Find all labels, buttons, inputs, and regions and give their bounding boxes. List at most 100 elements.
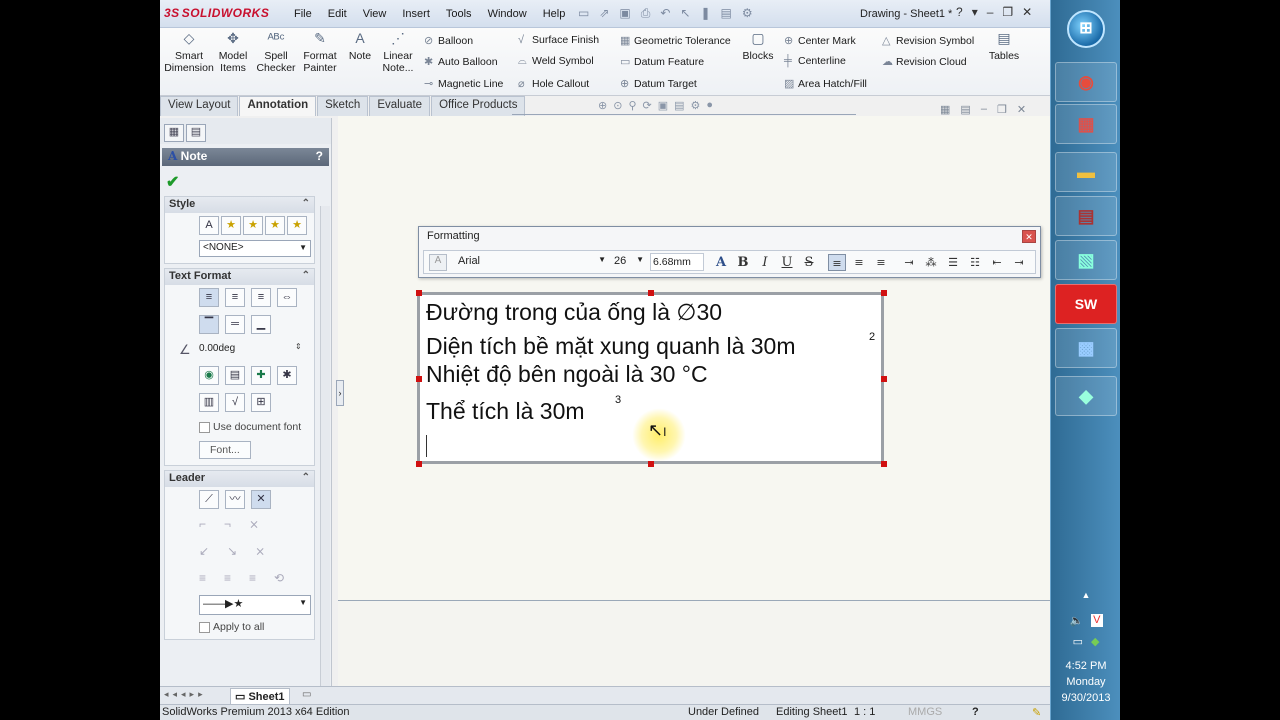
linear-note-button[interactable]: ⋰ Linear Note... [378,31,418,74]
use-document-font-row[interactable]: Use document font [165,417,314,439]
fmt-align-right-icon[interactable]: ≡ [872,254,890,271]
arrow-style-dropdown[interactable]: ——▶★ ▼ [199,595,311,615]
display-style-icon[interactable]: ▤ [674,99,684,114]
solidworks-taskbar-icon[interactable]: SW [1055,284,1117,324]
revision-cloud-button[interactable]: ☁ Revision Cloud [882,55,967,68]
cascade-icon[interactable]: ▤ [960,103,970,116]
resize-handle[interactable] [648,290,654,296]
underline-icon[interactable]: U [778,254,796,271]
apply-to-all-checkbox[interactable] [199,621,210,633]
bold-icon[interactable]: B [734,254,752,271]
delete-style-icon[interactable]: ★ [243,216,263,235]
note-line-3[interactable]: Nhiệt độ bên ngoài là 30 °C [426,361,708,388]
ok-checkmark-icon[interactable]: ✔ [166,172,325,192]
model-items-button[interactable]: ✥ Model Items [216,31,250,74]
justify-icon[interactable]: ⇔ [277,288,297,307]
fmt-align-left-icon[interactable]: ≡ [828,254,846,271]
resize-handle[interactable] [648,461,654,467]
attach-bottom-icon[interactable]: ≡ [249,571,256,585]
panel-scrollbar[interactable] [320,206,330,686]
use-document-font-checkbox[interactable] [199,421,210,433]
apply-style-icon[interactable]: A [199,216,219,235]
leader-straight-icon[interactable]: ⟋ [199,490,219,509]
print-icon[interactable]: ⎙ [641,6,651,21]
drive-icon[interactable]: ◆ [1091,635,1099,648]
doc-close-icon[interactable]: ✕ [1017,103,1026,116]
area-hatch-button[interactable]: ▨ Area Hatch/Fill [784,77,867,90]
tile-icon[interactable]: ▦ [940,103,950,116]
formatting-close-icon[interactable]: ✕ [1022,230,1036,243]
datum-pm-icon[interactable]: ⊞ [251,393,271,412]
file-properties-icon[interactable]: ▤ [721,6,732,21]
font-name-select[interactable]: Arial ▼ [456,254,608,271]
resize-handle[interactable] [416,376,422,382]
chrome-icon[interactable]: ◉ [1055,62,1117,102]
tray-expand-icon[interactable]: ▲ [1051,590,1121,600]
menu-insert[interactable]: Insert [394,8,438,20]
blocks-button[interactable]: ▢ Blocks [740,31,776,62]
doc-restore-icon[interactable]: ❐ [997,103,1007,116]
italic-icon[interactable]: I [756,254,774,271]
font-color-icon[interactable]: A [712,254,730,271]
align-center-icon[interactable]: ≡ [225,288,245,307]
hyperlink-icon[interactable]: ◉ [199,366,219,385]
zoom-area-icon[interactable]: ⊙ [613,99,622,114]
solidworks-logo[interactable]: 3S SOLIDWORKS [164,6,269,20]
center-mark-button[interactable]: ⊕ Center Mark [784,34,856,47]
geometric-tolerance-pm-icon[interactable]: ▥ [199,393,219,412]
feature-tree-tab-icon[interactable]: ▦ [164,124,184,142]
spin-arrows-icon[interactable]: ⇕ [295,342,302,351]
control-panel-icon[interactable]: ▩ [1055,328,1117,368]
chevron-down-icon[interactable]: ▾ [972,5,978,19]
bullets-icon[interactable]: ☰ [944,254,962,271]
tab-evaluate[interactable]: Evaluate [369,96,431,116]
add-sheet-icon[interactable]: ▭ [302,689,311,700]
leader-arrow-right-icon[interactable]: ↘ [227,544,237,558]
panel-collapse-handle[interactable]: › [336,380,344,406]
load-style-icon[interactable]: ★ [287,216,307,235]
open-icon[interactable]: ⇗ [599,6,609,21]
align-middle-icon[interactable]: ═ [225,315,245,334]
volume-icon[interactable]: 🔈 [1069,614,1083,627]
style-dropdown[interactable]: <NONE> ▼ [199,240,311,257]
fmt-stack-icon[interactable]: ⁂ [922,254,940,271]
options-icon[interactable]: ⚙ [742,6,753,21]
units-status[interactable]: MMGS [908,706,942,718]
help-button[interactable]: ? [316,149,323,163]
align-left-icon[interactable]: ≡ [199,288,219,307]
spell-checker-button[interactable]: ᴬᴮᶜ Spell Checker [256,31,296,74]
attach-nearest-icon[interactable]: ⟲ [274,571,284,585]
note-line-1[interactable]: Đường trong của ống là ∅30 [426,299,722,326]
resize-handle[interactable] [416,461,422,467]
property-manager-tab-icon[interactable]: ▤ [186,124,206,142]
zoom-fit-icon[interactable]: ⊕ [598,99,607,114]
resize-handle[interactable] [881,376,887,382]
menu-tools[interactable]: Tools [438,8,480,20]
datum-target-button[interactable]: ⊕ Datum Target [620,77,697,90]
collapse-icon[interactable]: ⌃ [302,472,310,483]
resize-handle[interactable] [881,290,887,296]
smart-dimension-button[interactable]: ◇ Smart Dimension [164,31,214,74]
antivirus-icon[interactable]: V [1091,614,1103,627]
winrar-icon[interactable]: ▤ [1055,196,1117,236]
note-button[interactable]: A Note [346,31,374,62]
format-painter-button[interactable]: ✎ Format Painter [300,31,340,74]
increase-indent-icon[interactable]: ⇥ [1010,254,1028,271]
attach-top-icon[interactable]: ≡ [199,571,206,585]
add-style-icon[interactable]: ★ [221,216,241,235]
tab-sketch[interactable]: Sketch [317,96,369,116]
menu-file[interactable]: File [286,8,320,20]
numbering-icon[interactable]: ☷ [966,254,984,271]
close-icon[interactable]: ✕ [1022,5,1032,19]
align-bottom-icon[interactable]: ▁ [251,315,271,334]
minimize-icon[interactable]: – [987,5,994,19]
magnetic-line-button[interactable]: ⊸ Magnetic Line [424,77,503,90]
doc-minimize-icon[interactable]: – [981,103,987,116]
no-leader-icon[interactable]: ✕ [251,490,271,509]
photo-viewer-icon[interactable]: ▧ [1055,240,1117,280]
notes-app-icon[interactable]: ◆ [1055,376,1117,416]
leader-multi-icon[interactable]: ⨯ [255,544,265,558]
tables-button[interactable]: ▤ Tables [986,31,1022,62]
rotate-icon[interactable]: ⟳ [643,99,652,114]
surface-finish-pm-icon[interactable]: √ [225,393,245,412]
